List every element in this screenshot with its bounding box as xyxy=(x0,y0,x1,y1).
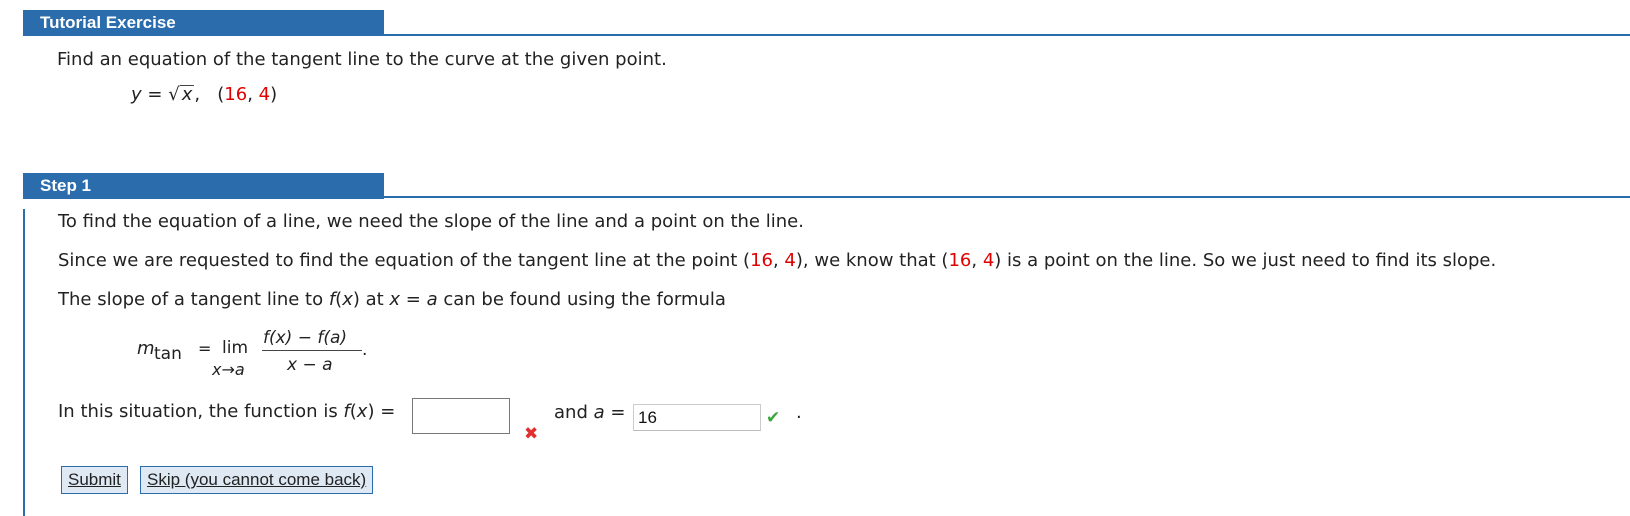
step1-line1: To find the equation of a line, we need … xyxy=(58,211,804,232)
line2-text-a: Since we are requested to find the equat… xyxy=(58,250,751,271)
point-x: 16 xyxy=(224,84,248,105)
formula-m: m xyxy=(137,338,155,359)
step1-box-border xyxy=(23,209,25,516)
problem-prompt: Find an equation of the tangent line to … xyxy=(57,49,667,70)
radicand-x: x xyxy=(179,84,195,105)
question-x: x xyxy=(356,401,368,422)
formula-numerator: f(x) − f(a) xyxy=(263,328,348,348)
fx-answer-input[interactable] xyxy=(412,398,510,434)
problem-equation: y = √ x, (16, 4) xyxy=(131,84,277,105)
step1-line2: Since we are requested to find the equat… xyxy=(58,250,1496,271)
a-equals: = xyxy=(604,402,626,423)
formula-lim-sub: x→a xyxy=(212,360,245,379)
formula-denominator: x − a xyxy=(287,355,333,375)
line3-text-a: The slope of a tangent line to xyxy=(58,289,329,310)
line2-point-x2: 16 xyxy=(948,250,972,271)
line2-text-c: ) is a point on the line. So we just nee… xyxy=(994,250,1497,271)
point-close: ) xyxy=(270,84,278,105)
step1-line3: The slope of a tangent line to f(x) at x… xyxy=(58,289,726,310)
line2-point-y1: 4 xyxy=(784,250,796,271)
line3-eq: = xyxy=(400,289,427,310)
formula-lim: lim xyxy=(222,338,249,358)
point-y: 4 xyxy=(258,84,271,105)
skip-button[interactable]: Skip (you cannot come back) xyxy=(140,466,374,494)
line2-text-b: ), we know that ( xyxy=(795,250,949,271)
line2-point-x1: 16 xyxy=(750,250,773,271)
eq-comma: , xyxy=(194,84,201,105)
line3-x: x xyxy=(342,289,353,310)
step1-header: Step 1 xyxy=(23,173,384,199)
eq-y: y xyxy=(131,84,142,105)
a-value-input[interactable]: 16 xyxy=(633,404,761,431)
correct-check-icon: ✔ xyxy=(766,408,781,428)
submit-button[interactable]: Submit xyxy=(61,466,128,494)
incorrect-x-icon: ✖ xyxy=(524,424,539,444)
eq-equals: = xyxy=(147,84,163,105)
point-sep: , xyxy=(247,84,253,105)
step1-header-rule xyxy=(384,196,1630,198)
fraction-bar xyxy=(262,350,362,351)
line3-text-e: can be found using the formula xyxy=(437,289,726,310)
question-text-a: In this situation, the function is xyxy=(58,401,344,422)
formula-period: . xyxy=(362,340,368,360)
trailing-period: . xyxy=(796,402,802,423)
line3-text-c: ) at xyxy=(352,289,390,310)
formula-equals: = xyxy=(198,339,212,358)
tutorial-exercise-header: Tutorial Exercise xyxy=(23,10,384,36)
line2-point-y2: 4 xyxy=(982,250,995,271)
a-label: and a = xyxy=(554,402,625,423)
question-paren-open: ( xyxy=(349,401,357,422)
line3-x2: x xyxy=(389,289,401,310)
a-var: a xyxy=(593,402,605,423)
formula-m-sub: tan xyxy=(154,344,182,364)
and-label: and xyxy=(554,402,594,423)
line2-sep1: , xyxy=(772,250,785,271)
tutorial-header-rule xyxy=(384,34,1630,36)
question-text-c: ) = xyxy=(367,401,396,422)
question-text: In this situation, the function is f(x) … xyxy=(58,401,395,422)
radical-symbol: √ xyxy=(168,84,180,105)
line3-a: a xyxy=(426,289,438,310)
line2-sep2: , xyxy=(971,250,983,271)
